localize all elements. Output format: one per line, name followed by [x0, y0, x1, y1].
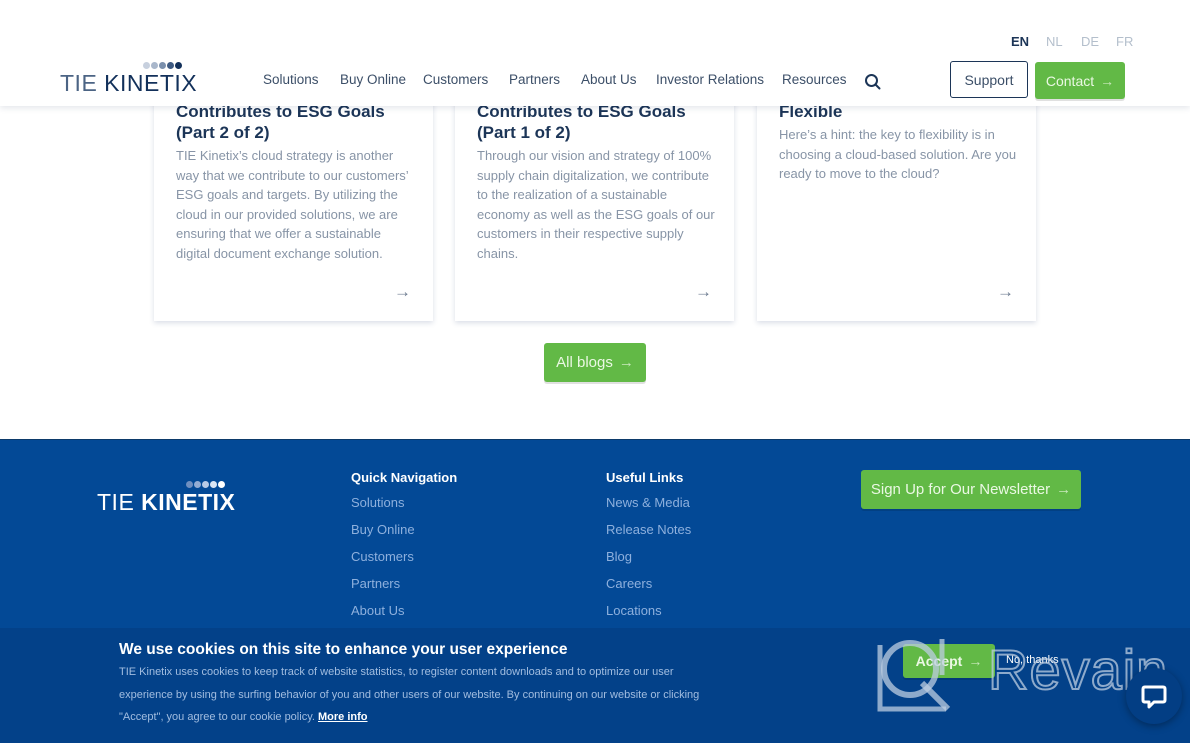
footer-link-release-notes[interactable]: Release Notes [606, 522, 691, 537]
arrow-right-icon: → [618, 354, 634, 371]
all-blogs-label: All blogs [556, 354, 613, 371]
site-header: EN NL DE FR TIE KINETIX Solutions Buy On… [0, 0, 1190, 106]
logo-dots-icon [186, 481, 225, 488]
arrow-right-icon: → [968, 653, 983, 669]
footer-link-customers[interactable]: Customers [351, 549, 414, 564]
arrow-right-icon: → [1100, 72, 1115, 89]
nav-partners[interactable]: Partners [509, 72, 560, 87]
nav-about-us[interactable]: About Us [581, 72, 637, 87]
all-blogs-button[interactable]: All blogs → [544, 343, 646, 382]
nav-buy-online[interactable]: Buy Online [340, 72, 406, 87]
nav-resources[interactable]: Resources [782, 72, 847, 87]
cookie-description: TIE Kinetix uses cookies to keep track o… [119, 661, 709, 729]
footer-link-solutions[interactable]: Solutions [351, 495, 404, 510]
lang-nl[interactable]: NL [1046, 34, 1063, 49]
blog-card-title[interactable]: Contributes to ESG Goals (Part 1 of 2) [477, 101, 716, 143]
nav-investor-relations[interactable]: Investor Relations [656, 72, 764, 87]
footer-logo[interactable]: TIE KINETIX [97, 481, 235, 515]
support-button[interactable]: Support [950, 61, 1028, 98]
arrow-right-icon: → [1056, 481, 1072, 498]
blog-card-excerpt: Here’s a hint: the key to flexibility is… [779, 127, 1017, 181]
footer-link-about-us[interactable]: About Us [351, 603, 404, 618]
accept-cookies-button[interactable]: Accept → [903, 644, 995, 678]
tie-kinetix-logo[interactable]: TIE KINETIX [60, 62, 197, 96]
arrow-right-icon[interactable]: → [997, 282, 1014, 302]
support-label: Support [964, 71, 1014, 88]
newsletter-signup-button[interactable]: Sign Up for Our Newsletter → [861, 470, 1081, 509]
contact-button[interactable]: Contact → [1035, 62, 1125, 99]
footer-link-news-media[interactable]: News & Media [606, 495, 690, 510]
logo-wordmark: TIE KINETIX [60, 70, 198, 96]
chat-bubble-icon [1141, 685, 1167, 709]
footer-link-partners[interactable]: Partners [351, 576, 400, 591]
footer-link-locations[interactable]: Locations [606, 603, 662, 618]
logo-dots-icon [143, 62, 182, 69]
cookie-text: TIE Kinetix uses cookies to keep track o… [119, 666, 700, 723]
arrow-right-icon[interactable]: → [695, 282, 712, 302]
footer-link-careers[interactable]: Careers [606, 576, 652, 591]
nav-solutions[interactable]: Solutions [263, 72, 319, 87]
cookie-banner: We use cookies on this site to enhance y… [0, 628, 1190, 743]
arrow-right-icon[interactable]: → [394, 282, 411, 302]
footer-link-buy-online[interactable]: Buy Online [351, 522, 415, 537]
live-chat-button[interactable] [1126, 668, 1182, 724]
more-info-link[interactable]: More info [318, 711, 368, 723]
contact-label: Contact [1045, 72, 1095, 89]
lang-fr[interactable]: FR [1116, 34, 1133, 49]
no-thanks-link[interactable]: No, thanks [1006, 654, 1059, 666]
newsletter-label: Sign Up for Our Newsletter [870, 481, 1051, 498]
lang-en[interactable]: EN [1011, 34, 1029, 49]
blog-card-title[interactable]: Contributes to ESG Goals (Part 2 of 2) [176, 101, 415, 143]
quick-navigation-heading: Quick Navigation [351, 470, 458, 485]
blog-card-excerpt: TIE Kinetix’s cloud strategy is another … [176, 148, 409, 261]
logo-wordmark: TIE KINETIX [97, 489, 236, 515]
blog-card-excerpt: Through our vision and strategy of 100% … [477, 148, 715, 261]
nav-customers[interactable]: Customers [423, 72, 488, 87]
accept-label: Accept [915, 653, 963, 669]
useful-links-heading: Useful Links [606, 470, 684, 485]
search-icon[interactable] [864, 73, 882, 91]
lang-de[interactable]: DE [1081, 34, 1099, 49]
cookie-title: We use cookies on this site to enhance y… [119, 641, 568, 658]
footer-link-blog[interactable]: Blog [606, 549, 632, 564]
